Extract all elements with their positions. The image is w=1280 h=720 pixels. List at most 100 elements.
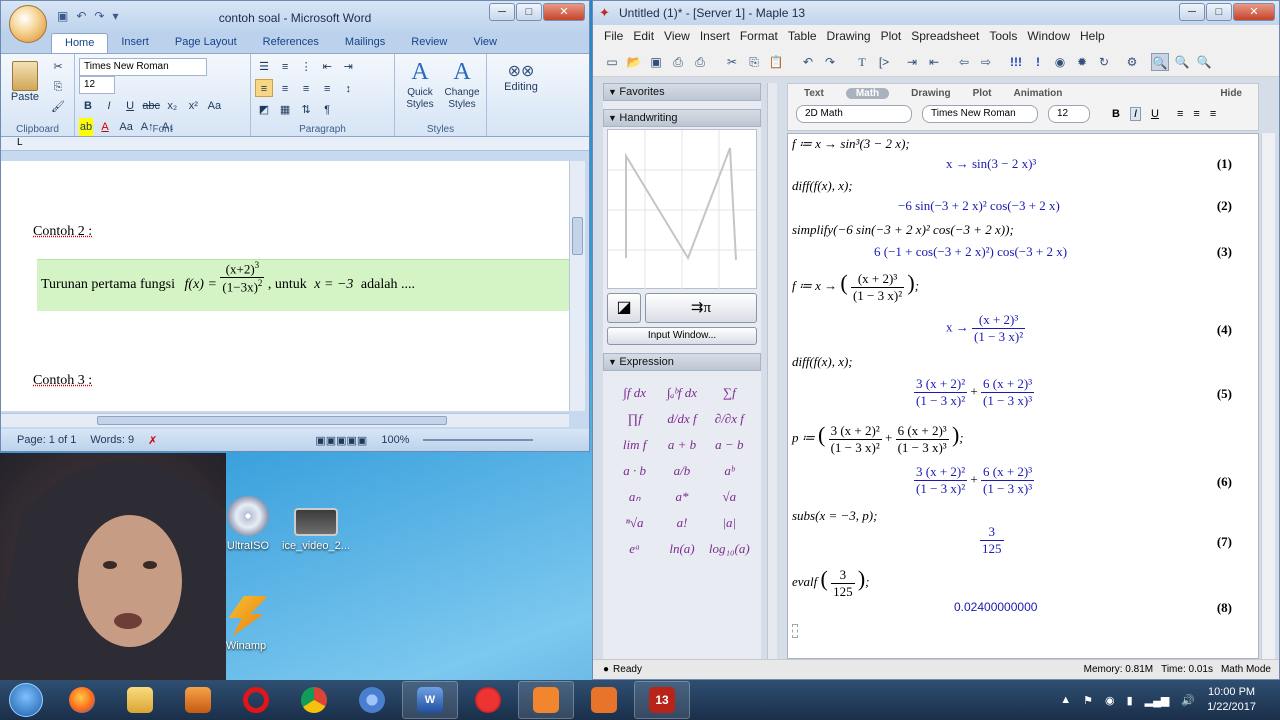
strikethrough-button[interactable]: abc <box>142 97 160 115</box>
notification-icon[interactable]: ◉ <box>1105 694 1115 707</box>
tab-references[interactable]: References <box>250 33 332 53</box>
input-line-7[interactable]: subs(x = −3, p); <box>792 508 877 524</box>
stop-icon[interactable]: ◉ <box>1051 53 1069 71</box>
page-count[interactable]: Page: 1 of 1 <box>17 434 76 446</box>
back-icon[interactable]: ⇦ <box>955 53 973 71</box>
a-times-b-icon[interactable]: a · b <box>611 463 658 479</box>
handwriting-palette-header[interactable]: Handwriting <box>603 109 761 127</box>
text-mode-icon[interactable]: T <box>853 53 871 71</box>
menu-format[interactable]: Format <box>735 29 783 43</box>
exp-icon[interactable]: eᵃ <box>611 541 658 557</box>
taskbar-camera[interactable] <box>576 681 632 719</box>
a-minus-b-icon[interactable]: a − b <box>706 437 753 453</box>
tools-icon[interactable]: ⚙ <box>1123 53 1141 71</box>
line-spacing-icon[interactable]: ↕ <box>339 80 357 98</box>
flag-icon[interactable]: ⚑ <box>1083 694 1093 707</box>
summation-icon[interactable]: ∑f <box>706 385 753 401</box>
numbering-icon[interactable]: ≡ <box>276 58 294 76</box>
absolute-value-icon[interactable]: |a| <box>706 515 753 531</box>
copy-icon[interactable]: ⎘ <box>745 53 763 71</box>
math-prompt-icon[interactable]: [> <box>875 53 893 71</box>
align-right-icon[interactable]: ≡ <box>1210 108 1216 120</box>
borders-icon[interactable]: ▦ <box>276 101 294 119</box>
factorial-icon[interactable]: a! <box>658 515 705 531</box>
input-line-2[interactable]: diff(f(x), x); <box>792 178 853 194</box>
italic-button[interactable]: I <box>100 97 118 115</box>
network-icon[interactable]: ▂▄▆ <box>1145 694 1170 707</box>
input-line-8[interactable]: evalf ( 3 125 ); <box>792 566 870 600</box>
word-count[interactable]: Words: 9 <box>90 434 134 446</box>
justify-icon[interactable]: ≡ <box>318 80 336 98</box>
align-center-icon[interactable]: ≡ <box>276 80 294 98</box>
input-line-6[interactable]: p ≔ ( 3 (x + 2)² (1 − 3 x)² + 6 (x + 2)³(… <box>792 422 964 456</box>
worksheet[interactable]: f ≔ x → sin³(3 − 2 x); x → sin(3 − 2 x)³… <box>787 133 1259 659</box>
a-power-b-icon[interactable]: aᵇ <box>706 463 753 479</box>
undo-icon[interactable]: ↶ <box>799 53 817 71</box>
input-mode-select[interactable]: 2D Math <box>796 105 912 123</box>
redo-icon[interactable]: ↷ <box>821 53 839 71</box>
product-icon[interactable]: ∏f <box>611 411 658 427</box>
expression-palette-header[interactable]: Expression <box>603 353 761 371</box>
taskbar-media[interactable] <box>170 681 226 719</box>
new-icon[interactable]: ▭ <box>603 53 621 71</box>
ln-icon[interactable]: ln(a) <box>658 541 705 557</box>
show-hidden-icons[interactable]: ▲ <box>1060 694 1071 706</box>
change-styles-button[interactable]: A Change Styles <box>441 58 483 111</box>
menu-help[interactable]: Help <box>1075 29 1110 43</box>
recognize-button[interactable]: ⇉π <box>645 293 757 323</box>
cut-icon[interactable]: ✂ <box>49 58 67 76</box>
tab-selector-icon[interactable]: L <box>17 137 23 148</box>
office-button[interactable] <box>9 5 47 43</box>
font-name-select[interactable]: Times New Roman <box>79 58 207 76</box>
align-left-icon[interactable]: ≡ <box>255 79 273 97</box>
menu-edit[interactable]: Edit <box>628 29 659 43</box>
quick-styles-button[interactable]: A Quick Styles <box>399 58 441 111</box>
input-window-button[interactable]: Input Window... <box>607 327 757 345</box>
a-plus-b-icon[interactable]: a + b <box>658 437 705 453</box>
tab-insert[interactable]: Insert <box>108 33 162 53</box>
eraser-button[interactable]: ◪ <box>607 293 641 323</box>
taskbar-chrome[interactable] <box>286 681 342 719</box>
nth-root-icon[interactable]: ⁿ√a <box>611 515 658 531</box>
a-over-b-icon[interactable]: a/b <box>658 463 705 479</box>
increase-indent-icon[interactable]: ⇥ <box>339 58 357 76</box>
menu-drawing[interactable]: Drawing <box>822 29 876 43</box>
menu-window[interactable]: Window <box>1022 29 1075 43</box>
partial-derivative-icon[interactable]: ∂/∂x f <box>706 411 753 427</box>
editing-button[interactable]: ⊗⊗ Editing <box>491 60 551 94</box>
handwriting-canvas[interactable] <box>607 129 757 290</box>
restart-icon[interactable]: ↻ <box>1095 53 1113 71</box>
hscroll-thumb[interactable] <box>97 416 447 425</box>
multilevel-list-icon[interactable]: ⋮ <box>297 58 315 76</box>
font-size-select[interactable]: 12 <box>79 76 115 94</box>
limit-icon[interactable]: lim f <box>611 437 658 453</box>
debug-icon[interactable]: ✹ <box>1073 53 1091 71</box>
definite-integral-icon[interactable]: ∫ₐᵇf dx <box>658 385 705 401</box>
align-center-icon[interactable]: ≡ <box>1193 108 1199 120</box>
tab-review[interactable]: Review <box>398 33 460 53</box>
taskbar-word[interactable]: W <box>402 681 458 719</box>
minimize-button[interactable]: ─ <box>1179 3 1205 21</box>
clock[interactable]: 10:00 PM 1/22/2017 <box>1207 685 1256 715</box>
input-line-5[interactable]: diff(f(x), x); <box>792 354 853 370</box>
print-preview-icon[interactable]: ⎙ <box>691 53 709 71</box>
pilcrow-icon[interactable]: ¶ <box>318 101 336 119</box>
input-prompt-marker[interactable] <box>792 624 798 638</box>
indefinite-integral-icon[interactable]: ∫f dx <box>611 385 658 401</box>
clear-format-icon[interactable]: Aa <box>205 97 223 115</box>
superscript-button[interactable]: x² <box>184 97 202 115</box>
palette-scrollbar[interactable] <box>767 83 777 659</box>
zoom-level[interactable]: 100% <box>381 434 409 446</box>
a-subscript-star-icon[interactable]: a* <box>658 489 705 505</box>
horizontal-scrollbar[interactable] <box>1 413 569 427</box>
maximize-button[interactable]: □ <box>516 3 542 21</box>
subscript-button[interactable]: x₂ <box>163 97 181 115</box>
battery-icon[interactable]: ▮ <box>1127 694 1133 707</box>
menu-table[interactable]: Table <box>783 29 822 43</box>
bold-button[interactable]: B <box>79 97 97 115</box>
menu-tools[interactable]: Tools <box>984 29 1022 43</box>
view-buttons-icon[interactable]: ▣▣▣▣▣ <box>315 434 367 447</box>
taskbar-opera[interactable] <box>228 681 284 719</box>
maximize-button[interactable]: □ <box>1206 3 1232 21</box>
log10-icon[interactable]: log₁₀(a) <box>706 541 753 557</box>
